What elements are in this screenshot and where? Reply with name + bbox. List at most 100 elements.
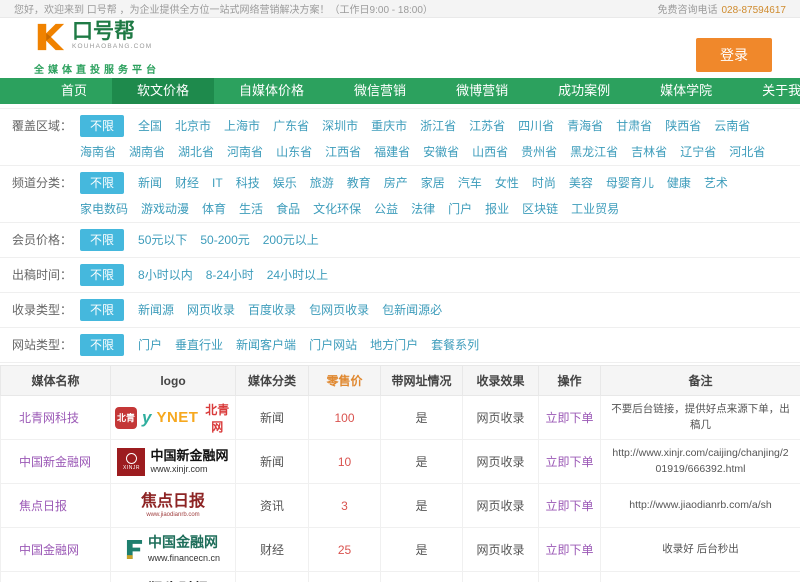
filter-option[interactable]: 教育 [347,172,371,194]
filter-option[interactable]: 生活 [239,198,263,220]
filter-option[interactable]: 门户 [448,198,472,220]
filter-option[interactable]: 门户 [138,334,162,356]
filter-option[interactable]: 8-24小时 [206,264,254,286]
filter-option[interactable]: 北京市 [175,115,211,137]
filter-option[interactable]: 湖北省 [178,141,214,163]
filter-option[interactable]: 山西省 [472,141,508,163]
filter-option[interactable]: 汽车 [458,172,482,194]
nav-item-7[interactable]: 关于我们 [737,78,800,104]
media-name[interactable]: 焦点日报 [1,484,111,528]
filter-option[interactable]: 辽宁省 [680,141,716,163]
filter-option[interactable]: 50元以下 [138,229,187,251]
order-button[interactable]: 立即下单 [539,572,601,582]
filter-option[interactable]: 垂直行业 [175,334,223,356]
filter-option[interactable]: 门户网站 [309,334,357,356]
filter-option[interactable]: 新闻源 [138,299,174,321]
filter-option[interactable]: 百度收录 [248,299,296,321]
filter-option[interactable]: 安徽省 [423,141,459,163]
filter-option[interactable]: 吉林省 [631,141,667,163]
filter-option[interactable]: 200元以上 [263,229,319,251]
filter-option[interactable]: 海南省 [80,141,116,163]
nav-item-6[interactable]: 媒体学院 [635,78,737,104]
filter-option[interactable]: 河南省 [227,141,263,163]
filter-option[interactable]: 新闻客户端 [236,334,296,356]
filter-option[interactable]: 文化环保 [313,198,361,220]
brand-logo[interactable]: 口号帮 KOUHAOBANG.COM 全媒体直投服务平台 [34,21,160,76]
filter-selected-chip[interactable]: 不限 [80,172,124,194]
media-name[interactable]: 猛牛财经网 [1,572,111,582]
nav-item-4[interactable]: 微博营销 [431,78,533,104]
filter-option[interactable]: 时尚 [532,172,556,194]
filter-option[interactable]: 黑龙江省 [570,141,618,163]
filter-option[interactable]: 深圳市 [322,115,358,137]
filter-selected-chip[interactable]: 不限 [80,334,124,356]
filter-option[interactable]: 套餐系列 [431,334,479,356]
filter-option[interactable]: IT [212,172,223,194]
filter-option[interactable]: 50-200元 [200,229,249,251]
filter-option[interactable]: 女性 [495,172,519,194]
nav-item-1[interactable]: 软文价格 [112,78,214,104]
filter-selected-chip[interactable]: 不限 [80,115,124,137]
filter-option[interactable]: 地方门户 [370,334,418,356]
order-button[interactable]: 立即下单 [539,440,601,484]
filter-option[interactable]: 福建省 [374,141,410,163]
filter-option[interactable]: 全国 [138,115,162,137]
nav-item-3[interactable]: 微信营销 [329,78,431,104]
filter-option[interactable]: 陕西省 [665,115,701,137]
nav-item-0[interactable]: 首页 [36,78,112,104]
filter-options: 不限全国北京市上海市广东省深圳市重庆市浙江省江苏省四川省青海省甘肃省陕西省云南省… [80,115,790,163]
media-name[interactable]: 中国金融网 [1,528,111,572]
filter-option[interactable]: 家居 [421,172,445,194]
filter-option[interactable]: 贵州省 [521,141,557,163]
filter-option[interactable]: 工业贸易 [571,198,619,220]
filter-option[interactable]: 浙江省 [420,115,456,137]
filter-option[interactable]: 云南省 [714,115,750,137]
media-name[interactable]: 中国新金融网 [1,440,111,484]
order-button[interactable]: 立即下单 [539,396,601,440]
filter-option[interactable]: 房产 [384,172,408,194]
filter-option[interactable]: 24小时以上 [267,264,328,286]
filter-option[interactable]: 河北省 [729,141,765,163]
filter-option[interactable]: 江西省 [325,141,361,163]
filter-option[interactable]: 8小时以内 [138,264,193,286]
filter-option[interactable]: 区块链 [522,198,558,220]
media-name[interactable]: 北青网科技 [1,396,111,440]
filter-selected-chip[interactable]: 不限 [80,229,124,251]
filter-option[interactable]: 母婴育儿 [606,172,654,194]
filter-option[interactable]: 旅游 [310,172,334,194]
filter-option[interactable]: 包新闻源必 [382,299,442,321]
filter-selected-chip[interactable]: 不限 [80,299,124,321]
filter-option[interactable]: 青海省 [567,115,603,137]
filter-option[interactable]: 体育 [202,198,226,220]
filter-option[interactable]: 公益 [374,198,398,220]
filter-option[interactable]: 游戏动漫 [141,198,189,220]
filter-option[interactable]: 法律 [411,198,435,220]
filter-option[interactable]: 家电数码 [80,198,128,220]
login-button[interactable]: 登录 [696,38,772,72]
filter-option[interactable]: 包网页收录 [309,299,369,321]
nav-item-2[interactable]: 自媒体价格 [214,78,329,104]
filter-option[interactable]: 江苏省 [469,115,505,137]
filter-option[interactable]: 四川省 [518,115,554,137]
filter-option[interactable]: 上海市 [224,115,260,137]
filter-option[interactable]: 山东省 [276,141,312,163]
col-header-7: 备注 [601,366,800,396]
order-button[interactable]: 立即下单 [539,528,601,572]
filter-option[interactable]: 甘肃省 [616,115,652,137]
filter-option[interactable]: 财经 [175,172,199,194]
filter-option[interactable]: 美容 [569,172,593,194]
order-button[interactable]: 立即下单 [539,484,601,528]
filter-option[interactable]: 健康 [667,172,691,194]
filter-option[interactable]: 广东省 [273,115,309,137]
nav-item-5[interactable]: 成功案例 [533,78,635,104]
filter-option[interactable]: 艺术 [704,172,728,194]
filter-option[interactable]: 新闻 [138,172,162,194]
filter-option[interactable]: 湖南省 [129,141,165,163]
filter-option[interactable]: 科技 [236,172,260,194]
filter-option[interactable]: 重庆市 [371,115,407,137]
filter-option[interactable]: 网页收录 [187,299,235,321]
filter-option[interactable]: 食品 [276,198,300,220]
filter-option[interactable]: 娱乐 [273,172,297,194]
filter-option[interactable]: 报业 [485,198,509,220]
filter-selected-chip[interactable]: 不限 [80,264,124,286]
